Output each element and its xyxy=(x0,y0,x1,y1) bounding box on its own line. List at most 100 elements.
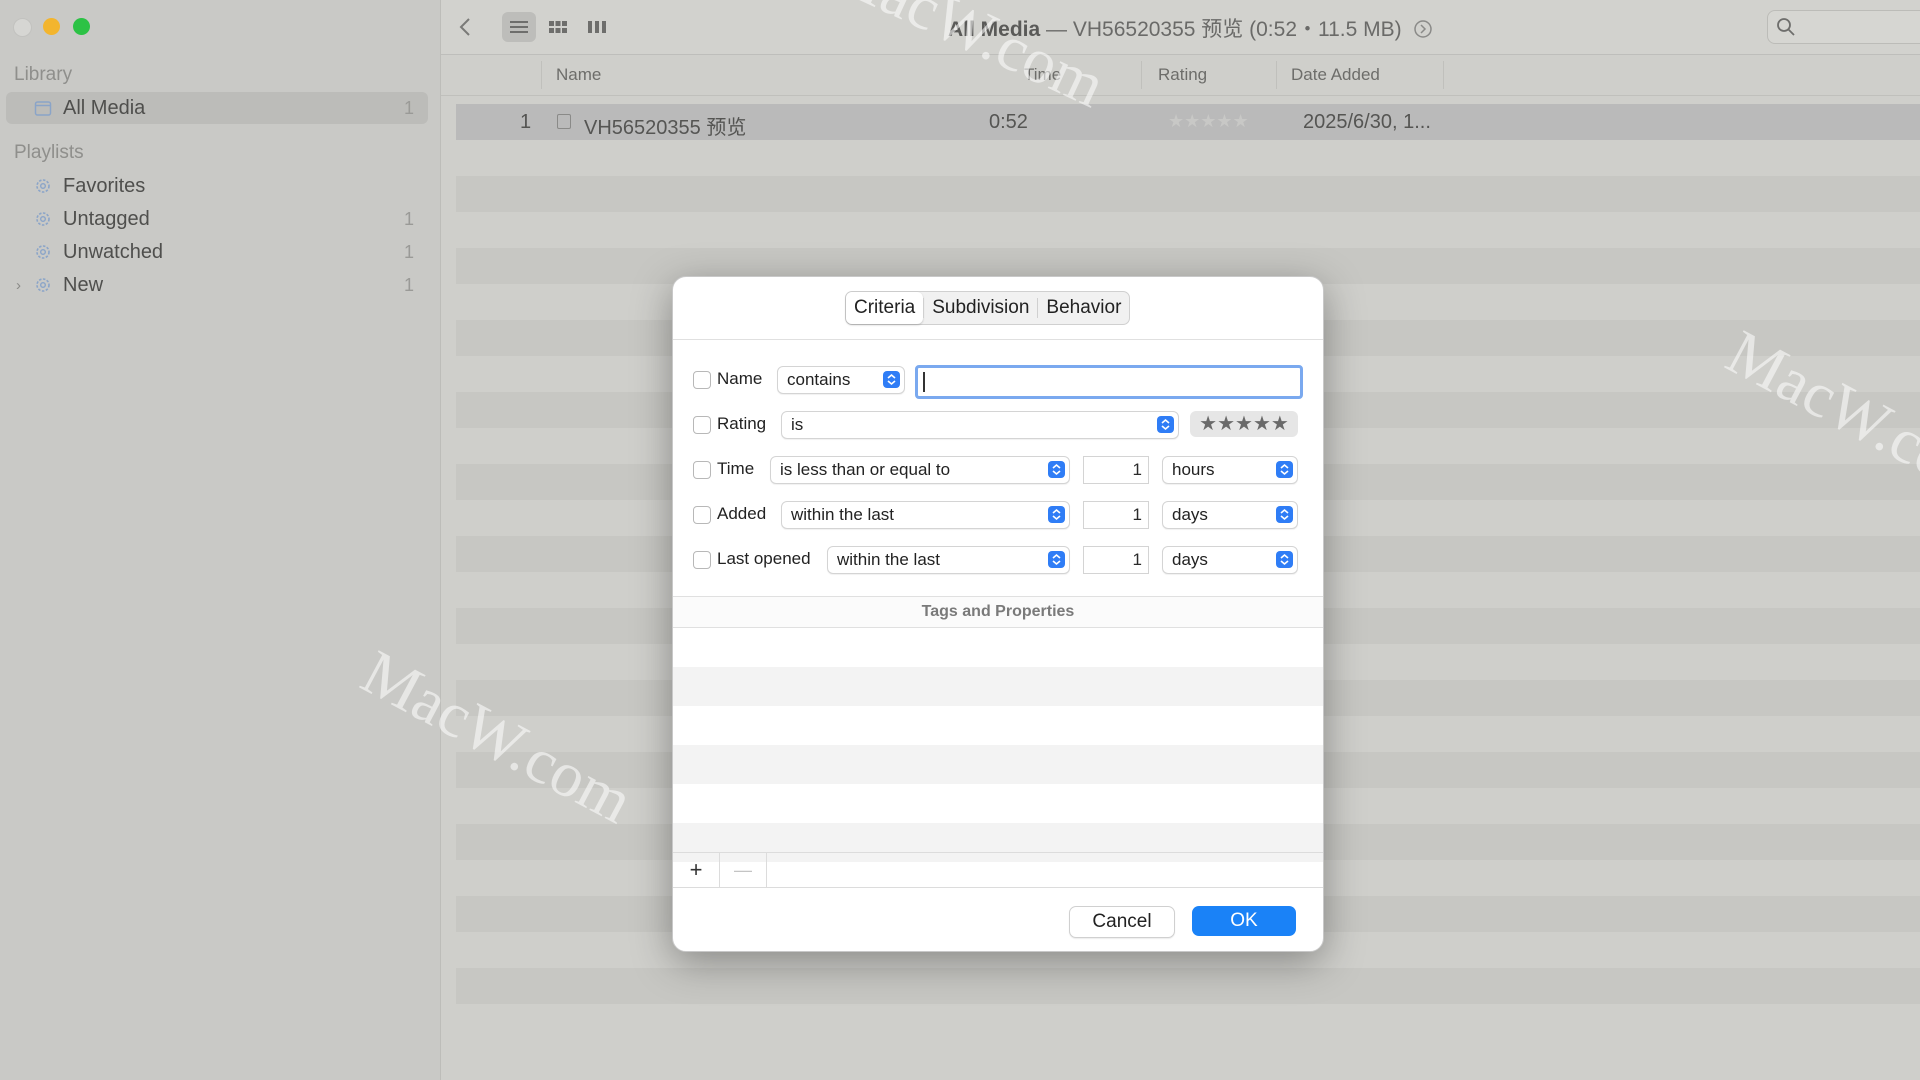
last-opened-amount-field[interactable]: 1 xyxy=(1083,546,1149,574)
add-button[interactable]: + xyxy=(673,853,720,887)
column-header-rating[interactable]: Rating xyxy=(1158,65,1207,85)
list-item xyxy=(673,745,1323,784)
criteria-row-name: Name contains xyxy=(673,363,1323,399)
added-operator-popup[interactable]: within the last xyxy=(781,501,1070,529)
chevron-updown-icon xyxy=(1276,551,1293,568)
column-header-date-added[interactable]: Date Added xyxy=(1291,65,1380,85)
added-amount-field[interactable]: 1 xyxy=(1083,501,1149,529)
tags-properties-list[interactable] xyxy=(673,628,1323,862)
last-opened-unit-popup[interactable]: days xyxy=(1162,546,1298,574)
tab-criteria[interactable]: Criteria xyxy=(846,292,924,324)
table-header: Name Time Rating Date Added xyxy=(441,55,1920,96)
time-operator-popup[interactable]: is less than or equal to xyxy=(770,456,1070,484)
chevron-updown-icon xyxy=(1276,506,1293,523)
list-item xyxy=(673,628,1323,667)
last-opened-checkbox[interactable] xyxy=(693,551,711,569)
divider xyxy=(673,339,1323,340)
smart-playlist-gear-icon xyxy=(36,212,50,226)
sidebar-item-untagged[interactable]: Untagged 1 xyxy=(6,203,428,235)
search-field[interactable] xyxy=(1767,10,1920,44)
criteria-row-time: Time is less than or equal to 1 hours xyxy=(673,453,1323,487)
sidebar-item-count: 1 xyxy=(403,208,414,229)
sidebar-item-new[interactable]: › New 1 xyxy=(6,269,428,301)
popup-value: is xyxy=(791,415,804,434)
chevron-updown-icon xyxy=(1276,461,1293,478)
column-view-button[interactable] xyxy=(580,12,614,42)
back-chevron-icon[interactable] xyxy=(453,12,477,42)
rating-checkbox[interactable] xyxy=(693,416,711,434)
list-item xyxy=(673,667,1323,706)
sidebar-item-favorites[interactable]: Favorites xyxy=(6,170,428,202)
search-icon xyxy=(1777,18,1795,36)
grid-view-button[interactable] xyxy=(541,12,575,42)
time-unit-popup[interactable]: hours xyxy=(1162,456,1298,484)
table-row[interactable]: 1 VH56520355 预览 0:52 ★★★★★ 2025/6/30, 1.… xyxy=(456,104,1920,140)
list-view-icon xyxy=(510,21,528,33)
criteria-row-rating: Rating is ★★★★★ xyxy=(673,408,1323,442)
window-title: All Media — VH56520355 预览 (0:52・11.5 MB) xyxy=(948,13,1433,43)
tab-subdivision[interactable]: Subdivision xyxy=(924,292,1037,324)
row-rating-stars[interactable]: ★★★★★ xyxy=(1168,111,1249,132)
popup-value: days xyxy=(1172,505,1208,524)
zoom-window-button[interactable] xyxy=(73,18,90,35)
cancel-button[interactable]: Cancel xyxy=(1069,906,1175,938)
add-remove-bar: + — xyxy=(673,852,1323,888)
remove-button[interactable]: — xyxy=(720,853,767,887)
video-file-icon xyxy=(557,114,571,129)
smart-playlist-dialog: Criteria Subdivision Behavior Name conta… xyxy=(672,276,1324,952)
added-checkbox[interactable] xyxy=(693,506,711,524)
row-time: 0:52 xyxy=(989,111,1028,133)
playlists-section-title: Playlists xyxy=(14,142,84,163)
sidebar-item-label: All Media xyxy=(63,96,146,119)
time-checkbox[interactable] xyxy=(693,461,711,479)
sidebar-item-label: Unwatched xyxy=(63,240,164,263)
rating-stars-control[interactable]: ★★★★★ xyxy=(1190,411,1298,437)
tags-properties-header: Tags and Properties xyxy=(673,596,1323,628)
sidebar-item-count: 1 xyxy=(403,241,414,262)
list-item xyxy=(456,140,1920,176)
popup-value: is less than or equal to xyxy=(780,460,951,479)
amount-value: 1 xyxy=(1132,460,1142,479)
info-arrow-icon[interactable] xyxy=(1413,19,1433,39)
list-item xyxy=(673,706,1323,745)
disclosure-chevron-icon[interactable]: › xyxy=(16,277,21,294)
added-unit-popup[interactable]: days xyxy=(1162,501,1298,529)
sidebar-item-label: New xyxy=(63,273,104,296)
column-divider xyxy=(1141,61,1142,89)
minimize-window-button[interactable] xyxy=(43,18,60,35)
sidebar-item-all-media[interactable]: All Media 1 xyxy=(6,92,428,124)
chevron-updown-icon xyxy=(1048,506,1065,523)
popup-value: days xyxy=(1172,550,1208,569)
sidebar-item-unwatched[interactable]: Unwatched 1 xyxy=(6,236,428,268)
toolbar: All Media — VH56520355 预览 (0:52・11.5 MB) xyxy=(441,0,1920,55)
column-divider xyxy=(541,61,542,89)
criteria-row-last-opened: Last opened within the last 1 days xyxy=(673,543,1323,577)
chevron-updown-icon xyxy=(883,371,900,388)
list-view-button[interactable] xyxy=(502,12,536,42)
name-operator-popup[interactable]: contains xyxy=(777,366,905,394)
criteria-label: Name xyxy=(717,369,763,388)
criteria-row-added: Added within the last 1 days xyxy=(673,498,1323,532)
close-window-button[interactable] xyxy=(13,18,32,37)
window-title-main: All Media xyxy=(948,18,1041,41)
window-title-detail: — VH56520355 预览 (0:52・11.5 MB) xyxy=(1040,18,1402,41)
list-item xyxy=(456,212,1920,248)
library-icon xyxy=(34,101,52,116)
sidebar-item-count: 1 xyxy=(403,274,414,295)
name-checkbox[interactable] xyxy=(693,371,711,389)
time-amount-field[interactable]: 1 xyxy=(1083,456,1149,484)
column-header-name[interactable]: Name xyxy=(556,65,601,85)
tab-segmented-control: Criteria Subdivision Behavior xyxy=(845,291,1131,325)
tab-behavior[interactable]: Behavior xyxy=(1038,292,1129,324)
row-index: 1 xyxy=(520,111,532,133)
last-opened-operator-popup[interactable]: within the last xyxy=(827,546,1070,574)
smart-playlist-gear-icon xyxy=(36,245,50,259)
popup-value: within the last xyxy=(791,505,894,524)
rating-operator-popup[interactable]: is xyxy=(781,411,1179,439)
smart-playlist-gear-icon xyxy=(36,179,50,193)
criteria-label: Time xyxy=(717,459,755,478)
ok-button[interactable]: OK xyxy=(1192,906,1296,936)
column-header-time[interactable]: Time xyxy=(1024,65,1061,85)
grid-view-icon xyxy=(549,21,567,33)
name-text-field[interactable] xyxy=(915,365,1303,399)
